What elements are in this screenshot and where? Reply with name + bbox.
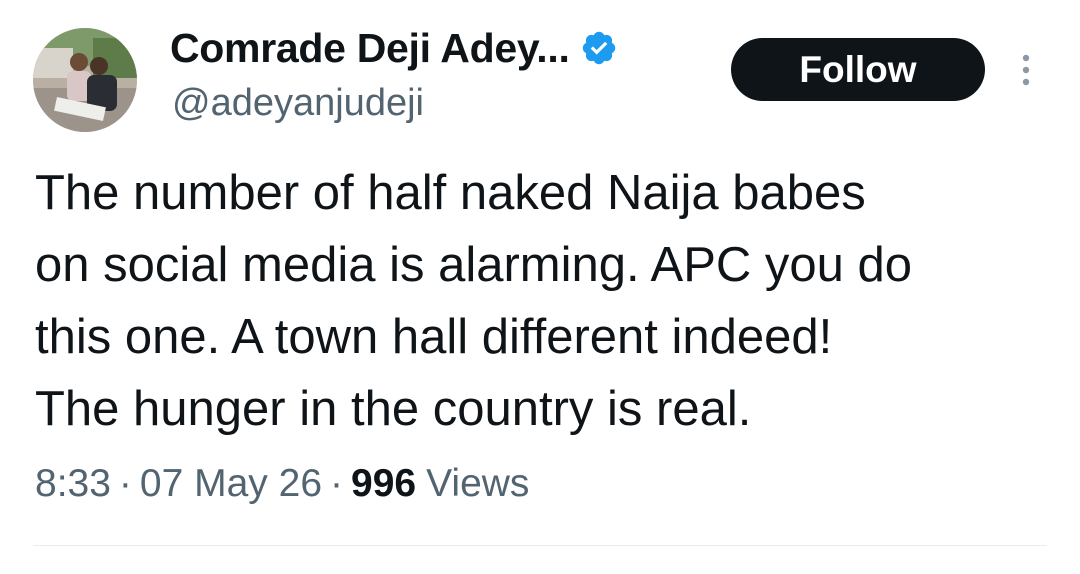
tweet-text: The number of half naked Naija babes on … [35, 157, 1045, 445]
tweet-meta: 8:33 · 07 May 26 · 996 Views [35, 462, 529, 506]
author-handle[interactable]: @adeyanjudeji [172, 82, 424, 125]
avatar-photo-icon [33, 28, 137, 132]
divider [33, 545, 1047, 546]
meta-separator: · [330, 462, 344, 505]
views-count: 996 [351, 462, 417, 505]
views-label: Views [426, 462, 530, 505]
tweet-date[interactable]: 07 May 26 [140, 462, 322, 506]
tweet-time[interactable]: 8:33 [35, 462, 111, 506]
tweet-text-line: on social media is alarming. APC you do [35, 238, 912, 292]
verified-badge-icon [580, 29, 618, 67]
meta-separator: · [118, 462, 132, 505]
author-name-row: Comrade Deji Adey... [170, 22, 618, 74]
avatar[interactable] [33, 28, 137, 132]
tweet-text-line: The hunger in the country is real. [35, 382, 752, 436]
tweet-text-line: this one. A town hall different indeed! [35, 310, 833, 364]
follow-button[interactable]: Follow [731, 38, 985, 101]
more-vertical-icon[interactable] [1016, 52, 1036, 88]
tweet-text-line: The number of half naked Naija babes [35, 166, 866, 220]
display-name[interactable]: Comrade Deji Adey... [170, 25, 570, 72]
